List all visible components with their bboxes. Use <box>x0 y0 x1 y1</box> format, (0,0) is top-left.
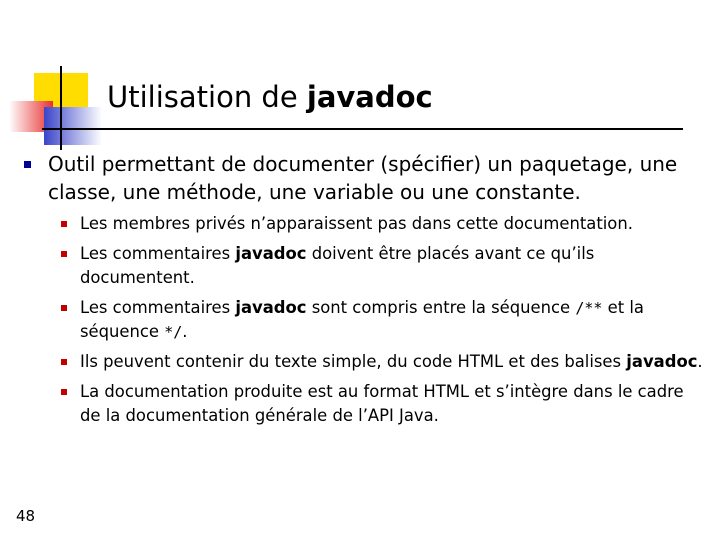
sub-bullet-square-icon <box>61 251 67 257</box>
sub-bullet-square-icon <box>61 389 67 395</box>
title-underline <box>42 128 683 130</box>
code-open-sequence: /** <box>575 299 603 317</box>
title-keyword: javadoc <box>306 80 433 114</box>
sub-bullet-content-types: Ils peuvent contenir du texte simple, du… <box>60 350 704 374</box>
sub-bullet-square-icon <box>61 221 67 227</box>
sub-bullet-private-members: Les membres privés n’apparaissent pas da… <box>60 212 704 236</box>
bullet-square-icon <box>24 161 31 168</box>
slide-content: Outil permettant de documenter (spécifie… <box>24 150 704 434</box>
sub-bullet-delimiters: Les commentaires javadoc sont compris en… <box>60 296 704 344</box>
sub-bullet-square-icon <box>61 359 67 365</box>
page-number: 48 <box>16 507 36 525</box>
sub-bullet-output-format: La documentation produite est au format … <box>60 380 704 428</box>
sub-bullet-placement: Les commentaires javadoc doivent être pl… <box>60 242 704 290</box>
bullet-main: Outil permettant de documenter (spécifie… <box>24 150 704 206</box>
logo-blue-gradient <box>44 107 102 145</box>
logo-vertical-line <box>60 66 62 150</box>
code-close-sequence: */ <box>164 323 183 341</box>
sub-bullet-square-icon <box>61 305 67 311</box>
slide-title: Utilisation de javadoc <box>107 80 433 114</box>
